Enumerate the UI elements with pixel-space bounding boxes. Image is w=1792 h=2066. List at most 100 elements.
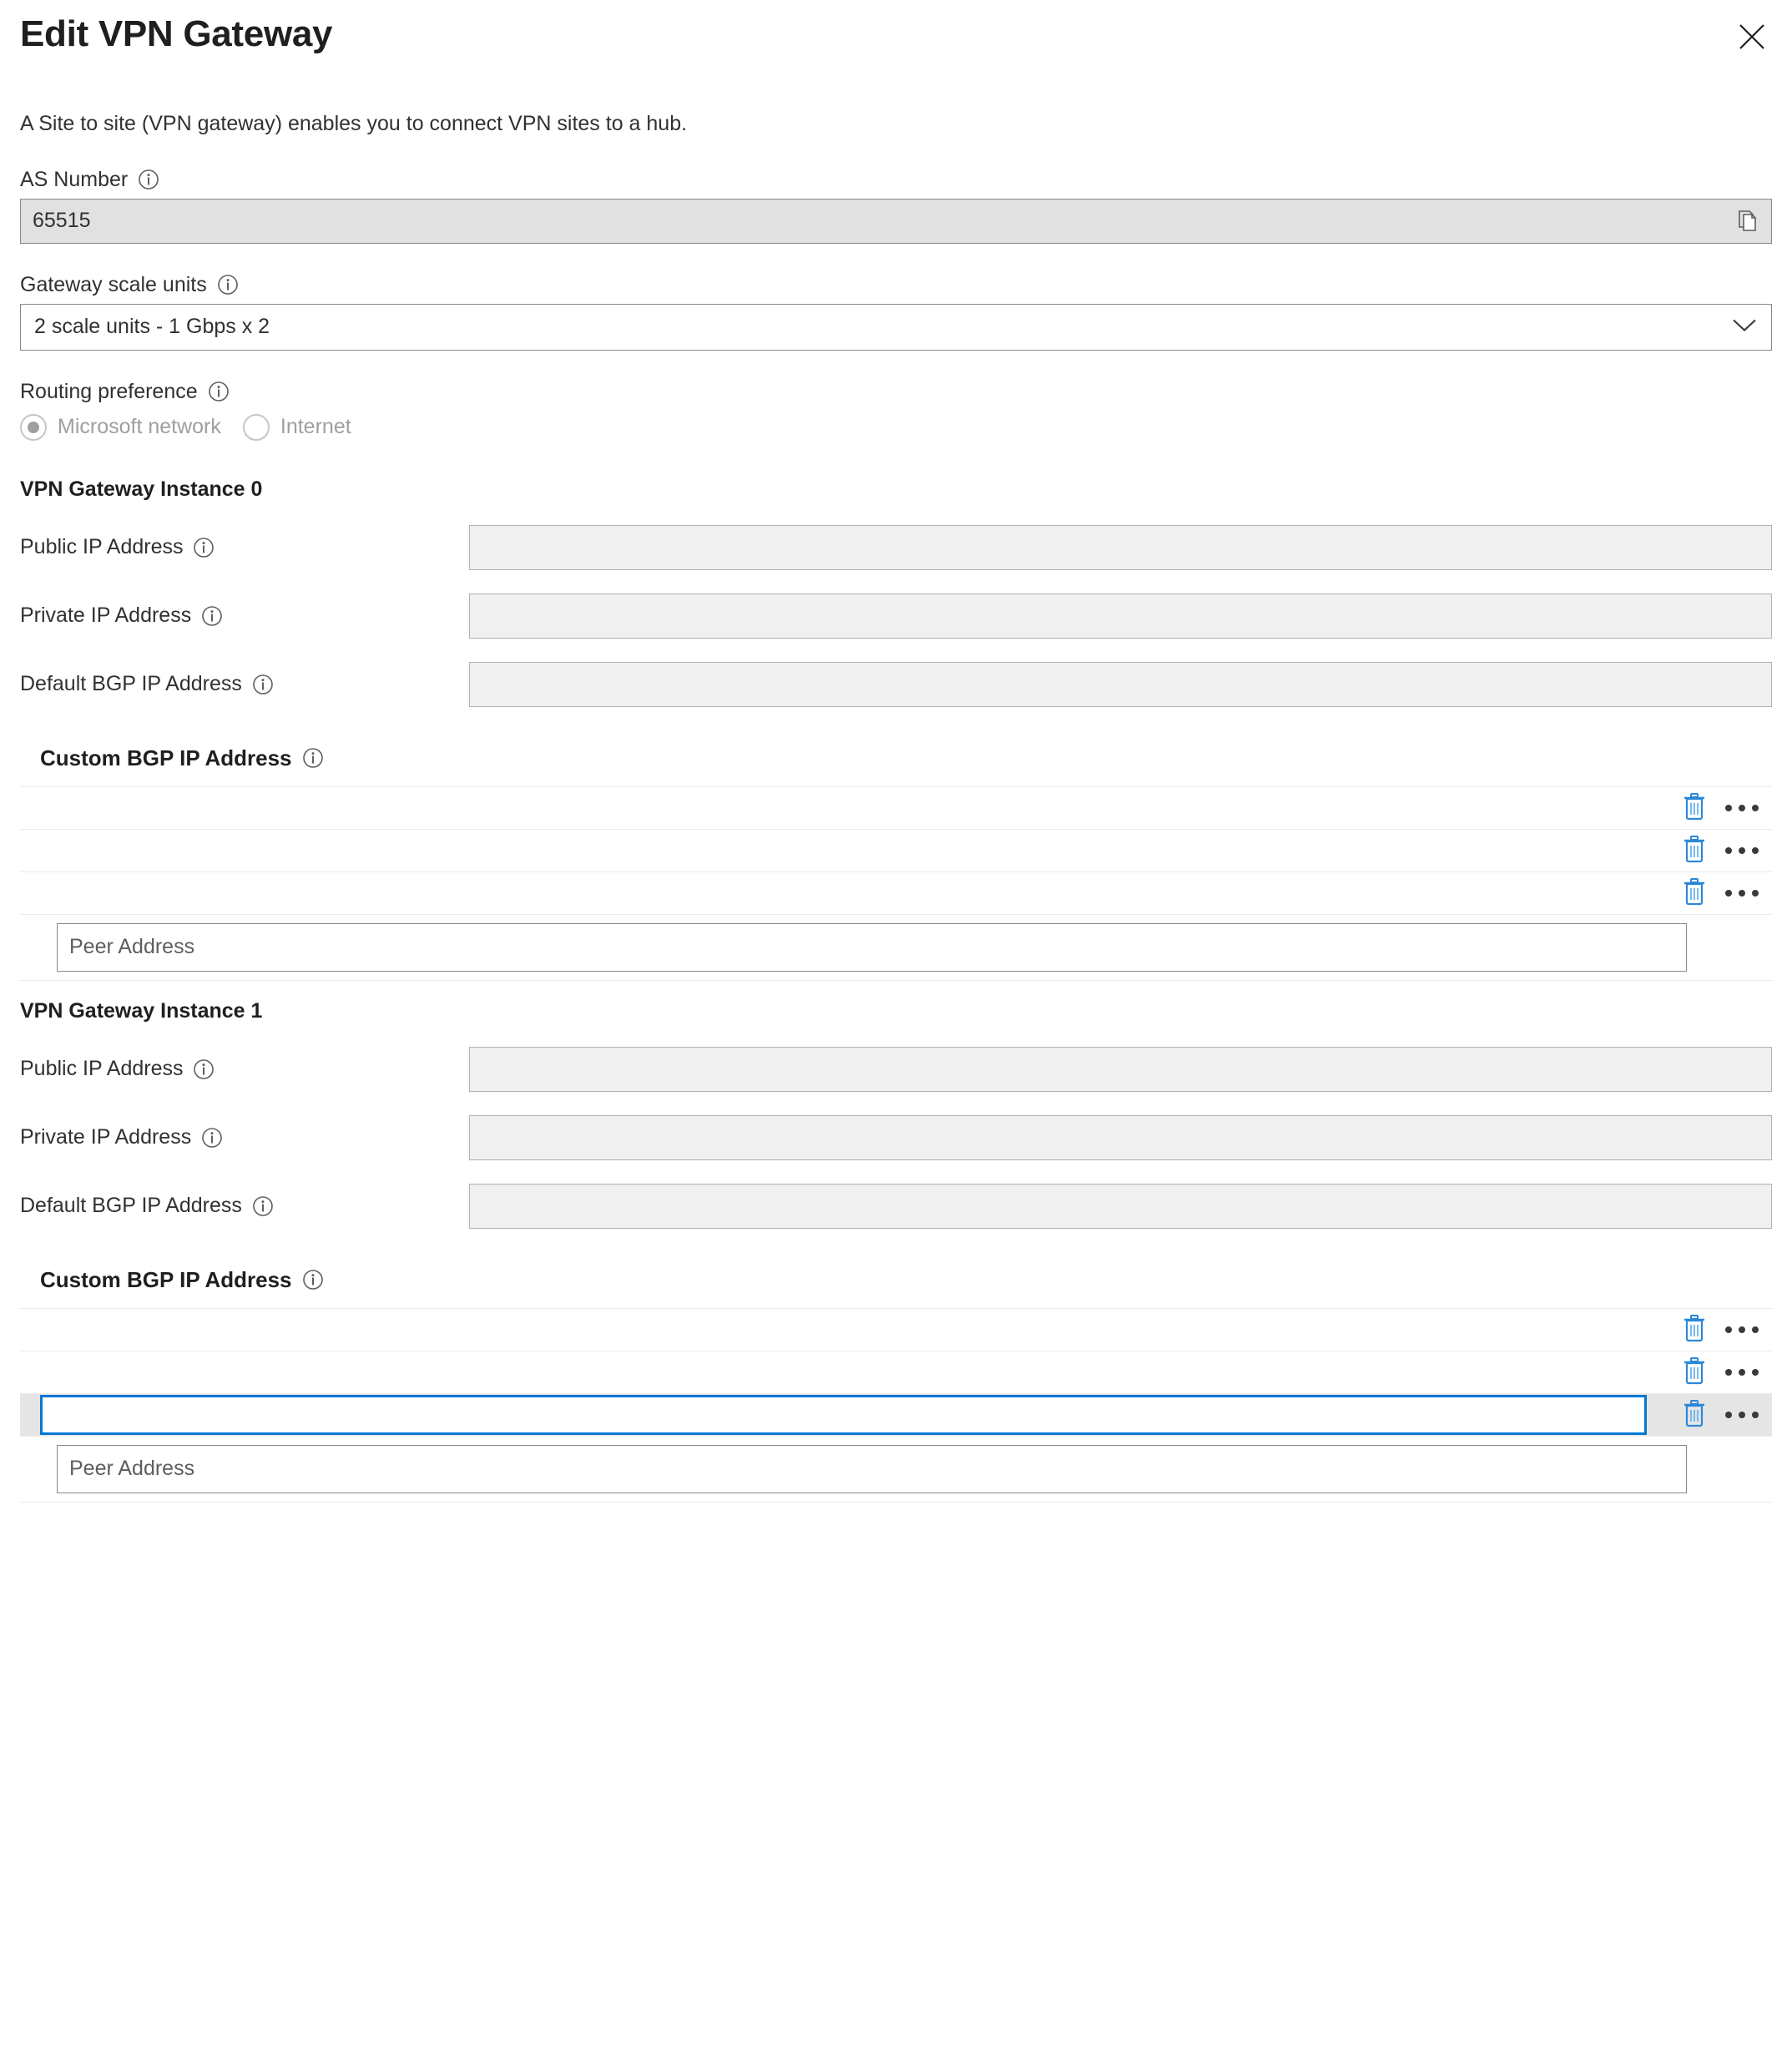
table-row[interactable] bbox=[20, 830, 1772, 872]
instance-1-private-ip-input[interactable] bbox=[469, 1114, 1772, 1160]
as-number-input[interactable] bbox=[20, 198, 1772, 244]
instance-0-custom-bgp-heading-row: Custom BGP IP Address bbox=[20, 745, 1772, 771]
trash-icon bbox=[1682, 835, 1707, 866]
instance-0-private-ip-input[interactable] bbox=[469, 593, 1772, 639]
radio-unselected-icon bbox=[242, 413, 270, 441]
instance-0-peer-address-row bbox=[20, 915, 1772, 981]
info-icon[interactable] bbox=[201, 605, 223, 627]
delete-button[interactable] bbox=[1680, 835, 1709, 866]
panel-description: A Site to site (VPN gateway) enables you… bbox=[20, 112, 688, 135]
instance-0-public-ip-label: Public IP Address bbox=[20, 535, 184, 559]
as-number-field-wrap bbox=[20, 198, 1772, 244]
radio-label: Internet bbox=[280, 415, 351, 439]
gateway-scale-units-selected-value: 2 scale units - 1 Gbps x 2 bbox=[34, 315, 270, 339]
info-icon[interactable] bbox=[302, 747, 324, 769]
instance-1-public-ip-row: Public IP Address bbox=[20, 1046, 1772, 1092]
instance-0-public-ip-label-wrap: Public IP Address bbox=[20, 535, 469, 559]
instance-1-custom-bgp-input[interactable] bbox=[40, 1394, 1647, 1435]
table-row[interactable] bbox=[20, 787, 1772, 830]
gateway-scale-units-select[interactable]: 2 scale units - 1 Gbps x 2 bbox=[20, 303, 1772, 351]
delete-button[interactable] bbox=[1680, 792, 1709, 824]
routing-preference-label-row: Routing preference bbox=[20, 379, 1772, 404]
trash-icon bbox=[1682, 1356, 1707, 1387]
more-options-button[interactable] bbox=[1724, 1401, 1760, 1429]
info-icon[interactable] bbox=[252, 1195, 274, 1217]
more-options-button[interactable] bbox=[1724, 879, 1760, 907]
instance-1-private-ip-row: Private IP Address bbox=[20, 1114, 1772, 1160]
panel-body: A Site to site (VPN gateway) enables you… bbox=[0, 110, 1792, 1503]
ellipsis-icon bbox=[1725, 889, 1759, 897]
delete-button[interactable] bbox=[1680, 1314, 1709, 1346]
more-options-button[interactable] bbox=[1724, 836, 1760, 865]
instance-1-default-bgp-ip-field-wrap bbox=[469, 1183, 1772, 1229]
instance-0-peer-address-input[interactable] bbox=[57, 922, 1687, 972]
delete-button[interactable] bbox=[1680, 1356, 1709, 1388]
info-icon[interactable] bbox=[252, 674, 274, 695]
info-icon[interactable] bbox=[302, 1269, 324, 1291]
instance-1-custom-bgp-heading: Custom BGP IP Address bbox=[40, 1266, 292, 1292]
info-icon[interactable] bbox=[201, 1127, 223, 1149]
info-icon[interactable] bbox=[193, 1058, 215, 1080]
instance-0-private-ip-label-wrap: Private IP Address bbox=[20, 604, 469, 628]
info-icon[interactable] bbox=[208, 381, 230, 402]
table-row[interactable] bbox=[20, 872, 1772, 915]
radio-option-internet[interactable]: Internet bbox=[242, 413, 351, 441]
instance-1-public-ip-label-wrap: Public IP Address bbox=[20, 1057, 469, 1081]
instance-1-private-ip-label: Private IP Address bbox=[20, 1125, 192, 1149]
instance-1-public-ip-input[interactable] bbox=[469, 1046, 1772, 1092]
instance-0-default-bgp-ip-field-wrap bbox=[469, 661, 1772, 707]
panel-header: Edit VPN Gateway bbox=[0, 0, 1792, 80]
instance-0-custom-bgp-heading: Custom BGP IP Address bbox=[40, 745, 292, 770]
more-options-button[interactable] bbox=[1724, 794, 1760, 822]
copy-icon[interactable] bbox=[1735, 209, 1760, 234]
more-options-button[interactable] bbox=[1724, 1316, 1760, 1344]
instance-1-peer-address-row bbox=[20, 1437, 1772, 1503]
ellipsis-icon bbox=[1725, 1411, 1759, 1418]
delete-button[interactable] bbox=[1680, 1399, 1709, 1431]
as-number-label-row: AS Number bbox=[20, 167, 1772, 192]
info-icon[interactable] bbox=[138, 169, 159, 190]
instance-1-default-bgp-ip-input[interactable] bbox=[469, 1183, 1772, 1229]
trash-icon bbox=[1682, 877, 1707, 908]
trash-icon bbox=[1682, 792, 1707, 823]
instance-0-custom-bgp-block: Custom BGP IP Address bbox=[20, 745, 1772, 981]
instance-0-custom-bgp-list bbox=[20, 785, 1772, 981]
close-button[interactable] bbox=[1730, 15, 1774, 58]
instance-1-custom-bgp-block: Custom BGP IP Address bbox=[20, 1267, 1772, 1503]
instance-0-default-bgp-ip-row: Default BGP IP Address bbox=[20, 661, 1772, 707]
radio-option-microsoft-network[interactable]: Microsoft network bbox=[20, 413, 221, 441]
table-row-focused[interactable] bbox=[20, 1393, 1772, 1437]
instance-0-private-ip-row: Private IP Address bbox=[20, 593, 1772, 639]
instance-1-default-bgp-ip-label: Default BGP IP Address bbox=[20, 1194, 242, 1218]
instance-1-peer-address-input[interactable] bbox=[57, 1444, 1687, 1493]
trash-icon bbox=[1682, 1399, 1707, 1430]
instance-0-private-ip-field-wrap bbox=[469, 593, 1772, 639]
instance-0-public-ip-input[interactable] bbox=[469, 524, 1772, 570]
radio-label: Microsoft network bbox=[58, 415, 221, 439]
trash-icon bbox=[1682, 1314, 1707, 1345]
instance-1-custom-bgp-input-wrap bbox=[40, 1394, 1647, 1435]
instance-0-public-ip-row: Public IP Address bbox=[20, 524, 1772, 570]
delete-button[interactable] bbox=[1680, 877, 1709, 909]
gateway-scale-units-label-row: Gateway scale units bbox=[20, 272, 1772, 297]
radio-selected-icon bbox=[20, 413, 47, 441]
info-icon[interactable] bbox=[193, 537, 215, 558]
gateway-scale-units-select-wrap: 2 scale units - 1 Gbps x 2 bbox=[20, 303, 1772, 351]
instance-1-default-bgp-ip-row: Default BGP IP Address bbox=[20, 1183, 1772, 1229]
instance-0-private-ip-label: Private IP Address bbox=[20, 604, 192, 628]
ellipsis-icon bbox=[1725, 1368, 1759, 1376]
instance-1-custom-bgp-heading-row: Custom BGP IP Address bbox=[20, 1267, 1772, 1293]
instance-1-custom-bgp-list bbox=[20, 1307, 1772, 1503]
more-options-button[interactable] bbox=[1724, 1358, 1760, 1387]
table-row[interactable] bbox=[20, 1309, 1772, 1351]
instance-heading-1: VPN Gateway Instance 1 bbox=[20, 998, 263, 1023]
instance-1-private-ip-field-wrap bbox=[469, 1114, 1772, 1160]
instance-0-default-bgp-ip-input[interactable] bbox=[469, 661, 1772, 707]
info-icon[interactable] bbox=[217, 274, 239, 296]
instance-1-public-ip-field-wrap bbox=[469, 1046, 1772, 1092]
gateway-scale-units-label: Gateway scale units bbox=[20, 272, 207, 296]
table-row[interactable] bbox=[20, 1351, 1772, 1394]
close-icon bbox=[1738, 23, 1766, 51]
as-number-label: AS Number bbox=[20, 167, 129, 191]
instance-heading-0: VPN Gateway Instance 0 bbox=[20, 477, 263, 501]
